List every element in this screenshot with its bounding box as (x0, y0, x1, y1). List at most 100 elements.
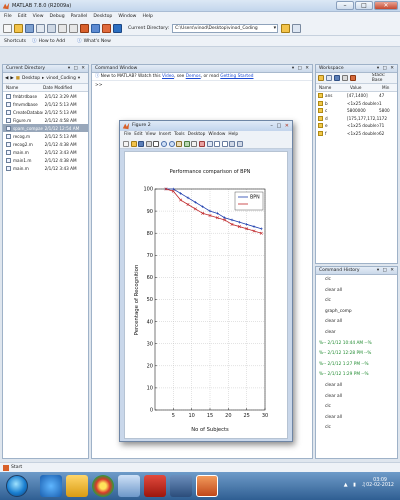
start-button[interactable]: Start (11, 463, 22, 472)
path-segment[interactable]: Desktop (22, 76, 40, 81)
menu-parallel[interactable]: Parallel (71, 14, 88, 19)
file-row[interactable]: fmvmdbase 2/1/12 5:13 AM (3, 100, 88, 108)
file-row[interactable]: fmbtrdbase 2/1/12 3:29 AM (3, 92, 88, 100)
history-command[interactable]: clear all (316, 381, 397, 392)
history-command[interactable]: graph_comp (316, 307, 397, 318)
menu-desktop[interactable]: Desktop (93, 14, 112, 19)
whats-new-link[interactable]: ⓘ What's New (77, 38, 117, 45)
column-date-modified[interactable]: Date Modified (40, 85, 72, 90)
history-command[interactable]: clc (316, 402, 397, 413)
system-tray[interactable]: ▲ ▮ ♫ (344, 482, 368, 488)
legend-icon[interactable] (221, 140, 228, 147)
pan-icon[interactable] (176, 140, 183, 147)
file-row[interactable]: Figure.m 2/1/12 4:58 AM (3, 116, 88, 124)
figure-window[interactable]: Figure 2 – □ ✕ File Edit View Insert Too… (119, 120, 293, 442)
acrobat-icon[interactable] (144, 475, 166, 497)
internet-explorer-icon[interactable] (40, 475, 62, 497)
menu-view[interactable]: View (33, 14, 44, 19)
history-session-marker[interactable]: %-- 2/1/12 10:44 AM --% (316, 339, 397, 350)
new-variable-icon[interactable] (318, 75, 324, 81)
variable-row[interactable]: e <1x25 double> 71 (316, 122, 397, 130)
how-to-add-link[interactable]: ⓘ How to Add (32, 38, 71, 45)
figure-menu-file[interactable]: File (124, 131, 131, 139)
history-command[interactable]: clc (316, 275, 397, 286)
panel-controls[interactable]: ▾ □ ✕ (68, 65, 86, 72)
variable-row[interactable]: f <1x25 double> 62 (316, 130, 397, 138)
history-command[interactable]: clear all (316, 413, 397, 424)
history-command[interactable]: clear all (316, 286, 397, 297)
history-command[interactable]: clc (316, 296, 397, 307)
minimize-button[interactable]: – (336, 1, 354, 10)
chevron-down-icon[interactable]: ▾ (78, 76, 80, 81)
maximize-button[interactable]: □ (355, 1, 373, 10)
close-icon[interactable]: ✕ (285, 123, 290, 129)
new-figure-icon[interactable] (123, 140, 129, 147)
chrome-icon[interactable] (92, 475, 114, 497)
brush-icon[interactable] (198, 140, 205, 147)
print-icon[interactable] (341, 75, 348, 81)
zoom-out-icon[interactable] (168, 140, 175, 147)
windows-start-orb[interactable] (6, 475, 28, 497)
hide-plot-tools-icon[interactable] (229, 140, 236, 147)
column-min[interactable]: Min (379, 85, 389, 90)
open-folder-icon[interactable] (14, 23, 23, 33)
copy-icon[interactable] (36, 23, 45, 33)
plot-icon[interactable] (349, 75, 356, 81)
figure-menu-desktop[interactable]: Desktop (188, 131, 206, 139)
help-icon[interactable] (113, 23, 122, 33)
file-row[interactable]: recog.m 2/1/12 5:13 AM (3, 132, 88, 140)
app-icon[interactable] (170, 475, 192, 497)
figure-menu-window[interactable]: Window (208, 131, 225, 139)
open-variable-icon[interactable] (325, 75, 332, 81)
file-row[interactable]: spam_compare.m2/1/12 12:54 AM (3, 124, 88, 132)
figure-window-controls[interactable]: – □ ✕ (270, 121, 290, 131)
up-folder-icon[interactable] (292, 23, 302, 33)
data-cursor-icon[interactable] (191, 140, 198, 147)
history-session-marker[interactable]: %-- 2/1/12 12:28 PM --% (316, 349, 397, 360)
demos-link[interactable]: Demos (186, 74, 201, 79)
profiler-icon[interactable] (102, 23, 111, 33)
back-arrow-icon[interactable]: ◀ (5, 76, 8, 81)
panel-controls[interactable]: ▾ □ ✕ (377, 267, 395, 274)
menu-file[interactable]: File (4, 14, 12, 19)
close-button[interactable]: ✕ (374, 1, 398, 10)
history-command[interactable]: clc (316, 423, 397, 434)
figure-menu-view[interactable]: View (146, 131, 156, 139)
column-name[interactable]: Name (3, 85, 40, 90)
matlab-taskbar-icon[interactable] (196, 475, 218, 497)
variable-row[interactable]: c 5800000 5800 (316, 107, 397, 115)
clock[interactable]: 03:09 02-02-2012 (366, 478, 394, 488)
print-icon[interactable] (145, 140, 152, 147)
rotate-icon[interactable] (183, 140, 190, 147)
variable-row[interactable]: d [175,177,172,178...]172 (316, 115, 397, 123)
file-row[interactable]: main.m 2/1/12 3:43 AM (3, 148, 88, 156)
link-icon[interactable] (206, 140, 213, 147)
current-dir-field[interactable]: C:\Users\vinod\Desktop\vinod_Coding ▾ (172, 23, 279, 33)
colorbar-icon[interactable] (214, 140, 221, 147)
chevron-down-icon[interactable]: ▾ (274, 25, 277, 32)
getting-started-link[interactable]: Getting Started (220, 74, 253, 79)
browse-folder-icon[interactable] (281, 23, 291, 33)
variable-row[interactable]: ans [47,1400] 47 (316, 92, 397, 100)
stack-selector[interactable]: Stack: Base (372, 73, 397, 83)
menu-window[interactable]: Window (118, 14, 136, 19)
file-row[interactable]: recog2.m 2/1/12 4:38 AM (3, 140, 88, 148)
video-link[interactable]: Video (162, 74, 174, 79)
history-command[interactable]: clear (316, 328, 397, 339)
history-session-marker[interactable]: %-- 2/1/12 1:29 PM --% (316, 370, 397, 381)
zoom-in-icon[interactable] (160, 140, 167, 147)
save-icon[interactable] (138, 140, 145, 147)
paste-icon[interactable] (47, 23, 56, 33)
undo-icon[interactable] (58, 23, 67, 33)
path-segment[interactable]: vinod_Coding (46, 76, 76, 81)
save-icon[interactable] (333, 75, 340, 81)
figure-menu-edit[interactable]: Edit (134, 131, 142, 139)
menu-edit[interactable]: Edit (18, 14, 27, 19)
column-value[interactable]: Value (347, 85, 379, 90)
media-icon[interactable] (118, 475, 140, 497)
figure-menu-help[interactable]: Help (228, 131, 238, 139)
history-session-marker[interactable]: %-- 2/1/12 1:27 PM --% (316, 360, 397, 371)
forward-arrow-icon[interactable]: ▶ (10, 76, 13, 81)
shortcuts-label[interactable]: Shortcuts (4, 39, 26, 44)
file-row[interactable]: main.m 2/1/12 3:43 AM (3, 164, 88, 172)
